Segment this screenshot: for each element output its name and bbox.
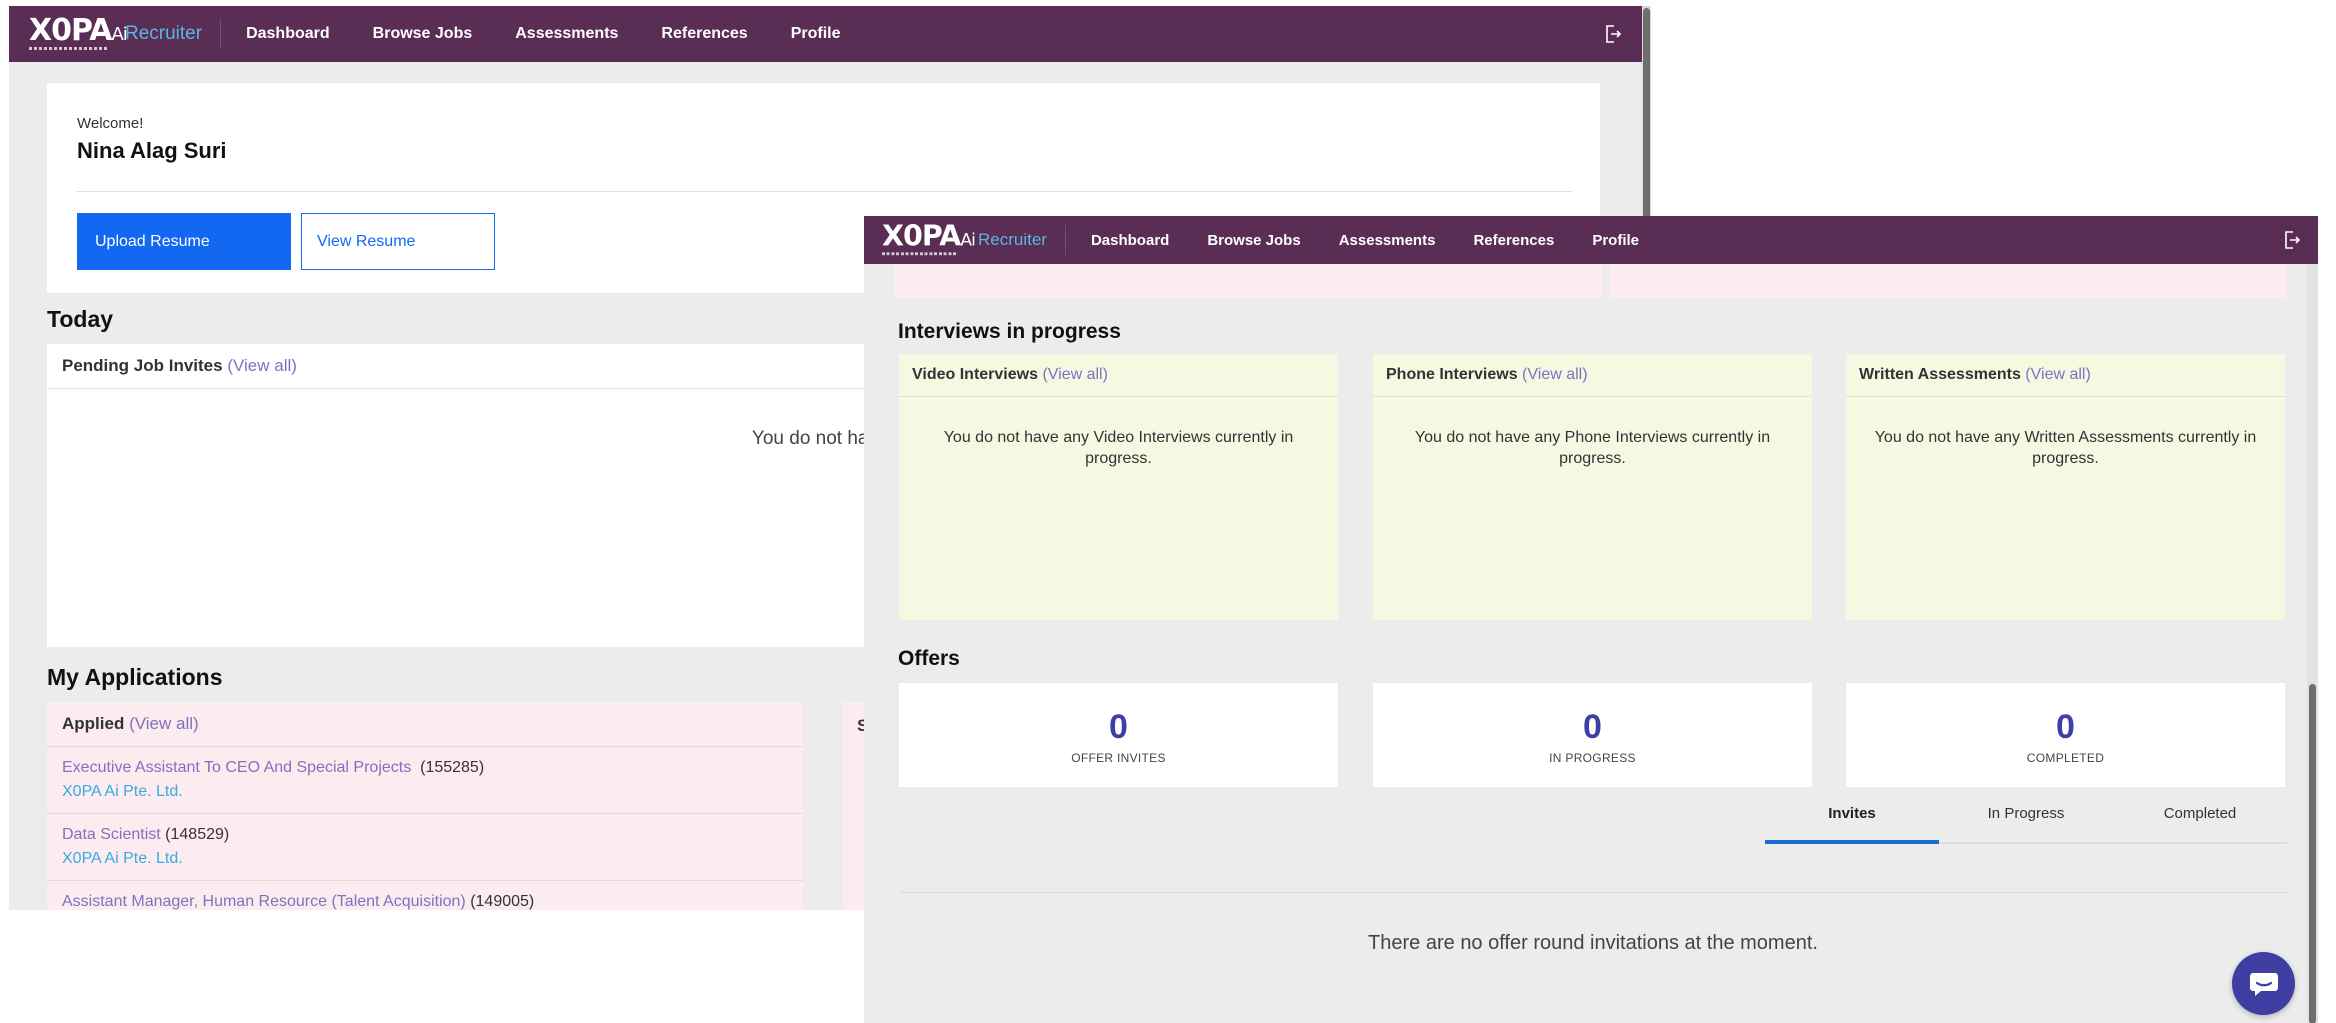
job-link[interactable]: Data Scientist (62, 826, 161, 843)
nav-references[interactable]: References (1473, 232, 1554, 249)
nav-assessments[interactable]: Assessments (515, 25, 618, 43)
video-empty-message: You do not have any Video Interviews cur… (943, 429, 1294, 467)
job-id: (148529) (165, 826, 230, 843)
video-interviews-header: Video Interviews (View all) (899, 354, 1338, 397)
stat-value: 0 (1583, 708, 1602, 746)
job-id: (149005) (470, 893, 535, 910)
logout-icon[interactable] (2284, 231, 2300, 249)
phone-view-all-link[interactable]: (View all) (1522, 366, 1588, 383)
divider (77, 191, 1572, 192)
phone-interviews-header: Phone Interviews (View all) (1373, 354, 1812, 397)
list-item: Assistant Manager, Human Resource (Talen… (47, 881, 803, 910)
top-navbar: X0PAAi Recruiter Dashboard Browse Jobs A… (9, 6, 1651, 62)
offers-completed-stat: 0 COMPLETED (1846, 683, 2285, 787)
scrollbar-thumb[interactable] (1643, 8, 1650, 228)
chat-icon (2249, 972, 2278, 996)
stat-value: 0 (2056, 708, 2075, 746)
nav-dashboard[interactable]: Dashboard (1091, 232, 1169, 249)
company-link[interactable]: X0PA Ai Pte. Ltd. (62, 780, 788, 804)
applied-view-all-link[interactable]: (View all) (129, 714, 199, 733)
welcome-label: Welcome! (77, 115, 144, 132)
view-resume-button[interactable]: View Resume (301, 213, 495, 270)
divider (899, 892, 2287, 893)
pending-view-all-link[interactable]: (View all) (227, 356, 297, 375)
nav-browse-jobs[interactable]: Browse Jobs (373, 25, 473, 43)
stat-label: COMPLETED (2026, 751, 2105, 765)
offer-tabs: Invites In Progress Completed (1765, 796, 2287, 844)
logout-icon[interactable] (1605, 25, 1621, 43)
list-item: Executive Assistant To CEO And Special P… (47, 747, 803, 814)
nav-dashboard[interactable]: Dashboard (246, 25, 330, 43)
logo-tagline (29, 47, 107, 50)
pending-title: Pending Job Invites (62, 356, 223, 375)
written-empty-message: You do not have any Written Assessments … (1874, 429, 2257, 467)
role-label: Recruiter (125, 19, 222, 49)
card-bottom-edge (894, 264, 1602, 298)
role-label: Recruiter (978, 225, 1066, 255)
video-interviews-title: Video Interviews (912, 366, 1038, 383)
chat-button[interactable] (2232, 952, 2295, 1015)
job-id: (155285) (420, 759, 485, 776)
company-link[interactable]: X0PA Ai Pte. Ltd. (62, 847, 788, 871)
x0pa-logo[interactable]: X0PAAi (882, 221, 976, 259)
list-item: Data Scientist (148529) X0PA Ai Pte. Ltd… (47, 814, 803, 881)
applied-card: Applied (View all) Executive Assistant T… (47, 702, 803, 910)
video-interviews-card: Video Interviews (View all) You do not h… (899, 354, 1338, 620)
nav-links: Dashboard Browse Jobs Assessments Refere… (246, 25, 883, 43)
offers-empty-message: There are no offer round invitations at … (1368, 932, 1818, 954)
nav-profile[interactable]: Profile (1592, 232, 1639, 249)
written-assessments-title: Written Assessments (1859, 366, 2021, 383)
offers-in-progress-stat: 0 IN PROGRESS (1373, 683, 1812, 787)
stat-label: OFFER INVITES (1071, 751, 1166, 765)
scrollbar[interactable] (2307, 264, 2318, 1023)
x0pa-logo[interactable]: X0PAAi (29, 14, 128, 54)
top-navbar: X0PAAi Recruiter Dashboard Browse Jobs A… (864, 216, 2318, 264)
nav-browse-jobs[interactable]: Browse Jobs (1207, 232, 1300, 249)
scrollbar-thumb[interactable] (2309, 684, 2316, 1023)
job-link[interactable]: Assistant Manager, Human Resource (Talen… (62, 893, 466, 910)
written-view-all-link[interactable]: (View all) (2025, 366, 2091, 383)
nav-profile[interactable]: Profile (791, 25, 841, 43)
phone-interviews-card: Phone Interviews (View all) You do not h… (1373, 354, 1812, 620)
stat-value: 0 (1109, 708, 1128, 746)
nav-assessments[interactable]: Assessments (1339, 232, 1436, 249)
tab-in-progress[interactable]: In Progress (1939, 796, 2113, 842)
upload-resume-button[interactable]: Upload Resume (77, 213, 291, 270)
applied-header: Applied (View all) (47, 702, 803, 747)
user-name: Nina Alag Suri (77, 138, 227, 163)
nav-references[interactable]: References (661, 25, 747, 43)
interviews-heading: Interviews in progress (898, 320, 1121, 343)
card-bottom-edge (1610, 264, 2287, 298)
tab-completed[interactable]: Completed (2113, 796, 2287, 842)
my-applications-heading: My Applications (47, 664, 223, 690)
written-assessments-card: Written Assessments (View all) You do no… (1846, 354, 2285, 620)
logo-tagline (882, 252, 957, 256)
tab-invites[interactable]: Invites (1765, 796, 1939, 844)
applied-title: Applied (62, 714, 125, 733)
stat-label: IN PROGRESS (1549, 751, 1636, 765)
nav-links: Dashboard Browse Jobs Assessments Refere… (1091, 232, 1677, 249)
phone-empty-message: You do not have any Phone Interviews cur… (1414, 429, 1771, 467)
offer-invites-stat: 0 OFFER INVITES (899, 683, 1338, 787)
today-heading: Today (47, 306, 114, 332)
foreground-dashboard-window: X0PAAi Recruiter Dashboard Browse Jobs A… (864, 216, 2318, 1023)
phone-interviews-title: Phone Interviews (1386, 366, 1518, 383)
video-view-all-link[interactable]: (View all) (1042, 366, 1108, 383)
written-assessments-header: Written Assessments (View all) (1846, 354, 2285, 397)
offers-heading: Offers (898, 647, 960, 670)
job-link[interactable]: Executive Assistant To CEO And Special P… (62, 759, 411, 776)
